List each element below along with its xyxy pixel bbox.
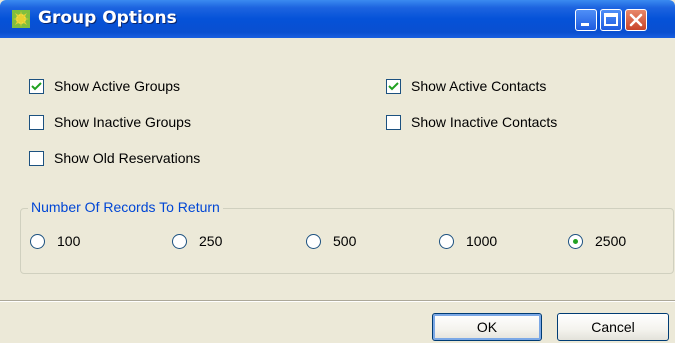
records-option-100[interactable]: 100 <box>30 231 80 251</box>
records-radio-1000[interactable] <box>439 233 454 249</box>
records-option-1000[interactable]: 1000 <box>439 231 497 251</box>
ok-button[interactable]: OK <box>432 313 542 341</box>
records-label-500: 500 <box>333 233 357 249</box>
records-radio-2500[interactable] <box>568 233 583 249</box>
show-old-reservations-label: Show Old Reservations <box>54 150 201 166</box>
show-active-groups-checkbox[interactable] <box>29 78 44 94</box>
records-option-250[interactable]: 250 <box>172 231 222 251</box>
show-inactive-groups-checkbox[interactable] <box>29 114 44 130</box>
records-option-500[interactable]: 500 <box>306 231 356 251</box>
title-bar[interactable]: Group Options <box>0 0 675 38</box>
group-options-app-icon <box>12 10 30 28</box>
window-title: Group Options <box>38 8 177 28</box>
show-active-contacts-checkbox[interactable] <box>386 78 401 94</box>
records-groupbox-legend: Number Of Records To Return <box>28 199 223 215</box>
records-radio-500[interactable] <box>306 233 321 249</box>
cancel-button[interactable]: Cancel <box>557 313 669 341</box>
button-separator <box>0 300 675 302</box>
show-old-reservations-option[interactable]: Show Old Reservations <box>29 148 200 168</box>
records-option-2500[interactable]: 2500 <box>568 231 626 251</box>
records-label-2500: 2500 <box>595 233 627 249</box>
show-active-contacts-option[interactable]: Show Active Contacts <box>386 76 546 96</box>
records-label-250: 250 <box>199 233 223 249</box>
records-label-1000: 1000 <box>466 233 498 249</box>
show-inactive-groups-label: Show Inactive Groups <box>54 114 191 130</box>
minimize-button[interactable] <box>575 9 597 31</box>
show-active-contacts-label: Show Active Contacts <box>411 78 547 94</box>
show-inactive-contacts-option[interactable]: Show Inactive Contacts <box>386 112 557 132</box>
maximize-button[interactable] <box>600 9 622 31</box>
minimize-icon <box>581 23 589 26</box>
show-old-reservations-checkbox[interactable] <box>29 150 44 166</box>
close-button[interactable] <box>625 9 647 31</box>
check-mark-icon <box>388 81 399 90</box>
maximize-icon <box>604 13 618 26</box>
check-mark-icon <box>31 81 42 90</box>
close-icon <box>629 13 643 27</box>
records-radio-250[interactable] <box>172 233 187 249</box>
show-inactive-contacts-label: Show Inactive Contacts <box>411 114 558 130</box>
records-label-100: 100 <box>57 233 81 249</box>
show-inactive-contacts-checkbox[interactable] <box>386 114 401 130</box>
radio-selected-dot-icon <box>573 238 578 244</box>
show-active-groups-option[interactable]: Show Active Groups <box>29 76 180 96</box>
show-inactive-groups-option[interactable]: Show Inactive Groups <box>29 112 191 132</box>
records-radio-100[interactable] <box>30 233 45 249</box>
show-active-groups-label: Show Active Groups <box>54 78 181 94</box>
